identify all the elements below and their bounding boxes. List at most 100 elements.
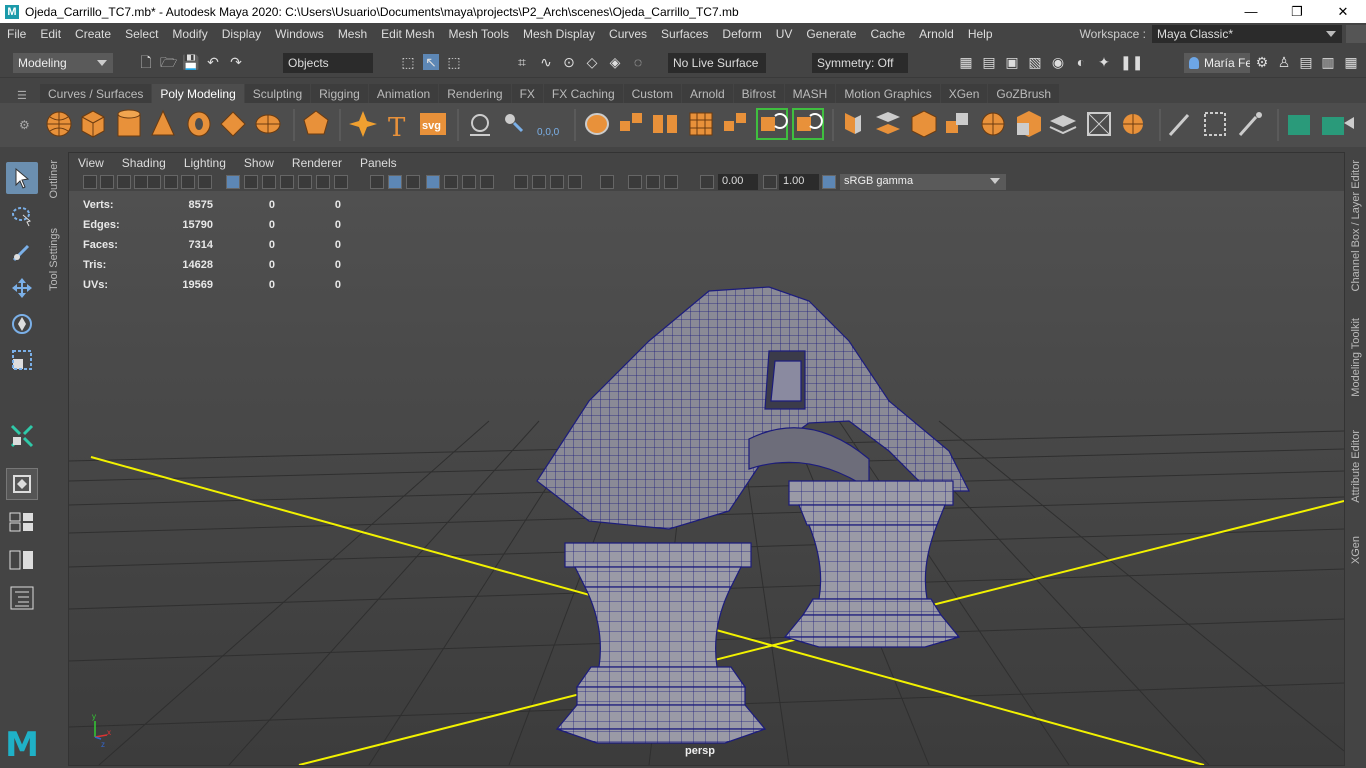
shelf-tab-poly-modeling[interactable]: Poly Modeling [152, 84, 244, 103]
shelf-editor-icon[interactable] [1288, 115, 1310, 135]
shelf-tab-animation[interactable]: Animation [368, 84, 439, 103]
redo-icon[interactable]: ↷ [228, 54, 244, 70]
menu-modify[interactable]: Modify [165, 27, 214, 41]
poly-cylinder-icon[interactable] [117, 109, 141, 137]
grid-toggle-icon[interactable] [181, 175, 195, 189]
poly-plane-icon[interactable] [220, 111, 246, 137]
live-surface-field[interactable]: No Live Surface [668, 53, 766, 73]
type-tool-icon[interactable] [505, 114, 524, 133]
snap-grid-icon[interactable]: ⌗ [514, 54, 530, 70]
multi-cut-icon[interactable] [1087, 112, 1111, 136]
paint-tool-icon[interactable] [1238, 112, 1262, 136]
two-d-pan-icon[interactable] [147, 175, 161, 189]
combine-icon[interactable] [585, 113, 609, 135]
menu-create[interactable]: Create [68, 27, 118, 41]
bevel-icon[interactable] [911, 110, 937, 138]
bool-union-icon[interactable] [946, 113, 968, 133]
sculpt-brush-icon[interactable] [1168, 113, 1190, 137]
undo-icon[interactable]: ↶ [205, 54, 221, 70]
poly-torus-icon[interactable] [187, 111, 211, 137]
snap-live-icon[interactable]: ◌ [630, 54, 646, 70]
viewport-menu-lighting[interactable]: Lighting [175, 156, 235, 170]
menu-edit[interactable]: Edit [33, 27, 68, 41]
menu-select[interactable]: Select [118, 27, 165, 41]
shelf-tab-arnold[interactable]: Arnold [681, 84, 733, 103]
character-controls-icon[interactable]: ♙ [1276, 54, 1292, 70]
shelf-tab-curves-surfaces[interactable]: Curves / Surfaces [40, 84, 152, 103]
render-view-icon[interactable]: ▤ [981, 54, 997, 70]
select-component-icon[interactable]: ⬚ [446, 54, 462, 70]
gate-mask-icon[interactable] [262, 175, 276, 189]
safe-title-icon[interactable] [316, 175, 330, 189]
sweep-mesh-icon[interactable] [470, 114, 490, 136]
camera-attributes-icon[interactable] [100, 175, 114, 189]
menu-set-dropdown[interactable]: Modeling [13, 53, 113, 73]
wireframe-icon[interactable] [370, 175, 384, 189]
shadows-icon[interactable] [480, 175, 494, 189]
attribute-editor-icon[interactable]: ▤ [1298, 54, 1314, 70]
menu-edit-mesh[interactable]: Edit Mesh [374, 27, 441, 41]
menu-mesh-tools[interactable]: Mesh Tools [442, 27, 516, 41]
ipr-render-icon[interactable]: ▣ [1004, 54, 1020, 70]
remesh-icon[interactable] [724, 113, 746, 131]
field-chart-icon[interactable] [280, 175, 294, 189]
tool-settings-tab[interactable]: Tool Settings [48, 228, 60, 291]
scale-tool-icon[interactable] [6, 344, 38, 376]
platonic-solid-icon[interactable] [303, 110, 329, 135]
single-perspective-layout-icon[interactable] [6, 468, 38, 500]
select-tool-icon[interactable] [6, 162, 38, 194]
render-frame-icon[interactable]: ▦ [958, 54, 974, 70]
viewport-menu-shading[interactable]: Shading [113, 156, 175, 170]
modeling-toolkit-tab[interactable]: Modeling Toolkit [1350, 318, 1362, 397]
motion-blur-icon[interactable] [532, 175, 546, 189]
textured-icon[interactable] [444, 175, 458, 189]
shelf-tab-fx-caching[interactable]: FX Caching [543, 84, 623, 103]
render-settings-icon[interactable]: ▧ [1027, 54, 1043, 70]
bookmark-icon[interactable] [117, 175, 131, 189]
isolate-select-icon[interactable] [600, 175, 614, 189]
fill-hole-icon[interactable] [1017, 111, 1041, 137]
shelf-tab-rigging[interactable]: Rigging [311, 84, 368, 103]
move-tool-icon[interactable] [6, 272, 38, 304]
hypershade-icon[interactable]: ◉ [1050, 54, 1066, 70]
boolean-icon[interactable] [792, 108, 824, 140]
poke-face-icon[interactable] [1049, 115, 1077, 135]
depth-of-field-icon[interactable] [568, 175, 582, 189]
select-hierarchy-icon[interactable]: ⬚ [400, 54, 416, 70]
outliner-tab[interactable]: Outliner [48, 160, 60, 199]
menu-surfaces[interactable]: Surfaces [654, 27, 715, 41]
new-scene-icon[interactable]: 🗋 [138, 54, 154, 70]
image-plane-icon[interactable] [134, 175, 148, 189]
grease-pencil-icon[interactable] [164, 175, 178, 189]
shelf-tab-bifrost[interactable]: Bifrost [733, 84, 784, 103]
uv-editor-icon[interactable] [1204, 112, 1226, 136]
attribute-editor-tab[interactable]: Attribute Editor [1350, 430, 1362, 503]
save-scene-icon[interactable]: 💾 [182, 54, 199, 70]
view-transform-dropdown[interactable]: sRGB gamma [840, 174, 1006, 190]
four-view-layout-icon[interactable] [6, 506, 38, 538]
arnold-render-icon[interactable]: ◐ [1073, 54, 1089, 70]
xgen-tab[interactable]: XGen [1350, 536, 1362, 564]
lasso-tool-icon[interactable] [6, 200, 38, 232]
multisample-aa-icon[interactable] [550, 175, 564, 189]
separate-icon[interactable] [620, 113, 642, 131]
poly-cube-icon[interactable] [81, 110, 105, 138]
gamma-icon[interactable] [763, 175, 777, 189]
shelf-tab-mash[interactable]: MASH [784, 84, 836, 103]
xray-icon[interactable] [628, 175, 642, 189]
viewport-menu-view[interactable]: View [69, 156, 113, 170]
hud-toggle-icon[interactable] [334, 175, 348, 189]
close-button[interactable]: ✕ [1320, 0, 1366, 23]
select-object-icon[interactable]: ↖ [423, 54, 439, 70]
poly-disc-icon[interactable] [255, 114, 281, 134]
shelf-settings-icon[interactable]: ⚙ [19, 118, 30, 132]
menu-windows[interactable]: Windows [268, 27, 331, 41]
outliner-layout-icon[interactable] [6, 582, 38, 614]
xray-joints-icon[interactable] [646, 175, 660, 189]
workspace-dropdown[interactable]: Maya Classic* [1152, 25, 1342, 43]
restore-button[interactable]: ❐ [1274, 0, 1320, 23]
shelf-tab-xgen[interactable]: XGen [940, 84, 988, 103]
menu-generate[interactable]: Generate [799, 27, 863, 41]
menu-scroll-button[interactable] [1346, 25, 1366, 43]
user-account-button[interactable]: María Fe [1184, 53, 1250, 73]
